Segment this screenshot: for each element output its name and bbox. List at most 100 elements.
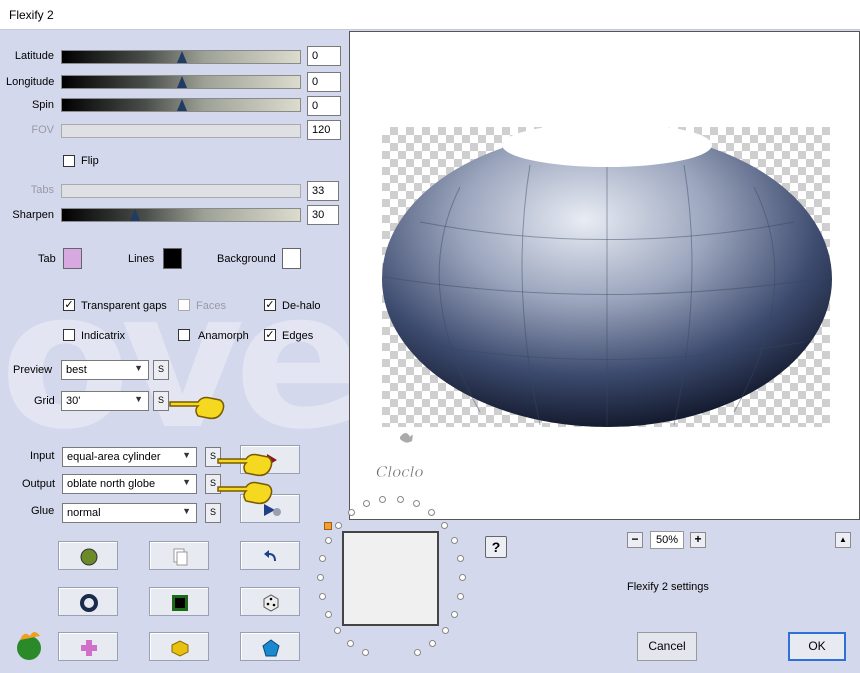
- flip-checkbox[interactable]: [63, 155, 75, 167]
- copy-icon: [173, 548, 188, 566]
- tab-color-swatch[interactable]: [63, 248, 82, 269]
- random-button[interactable]: [58, 541, 118, 570]
- spin-slider[interactable]: [61, 98, 301, 112]
- zoom-in-button[interactable]: +: [690, 532, 706, 548]
- undo-button[interactable]: [240, 541, 300, 570]
- chevron-down-icon: ▼: [182, 477, 191, 487]
- input-label: Input: [30, 450, 55, 462]
- collapse-button[interactable]: ▲: [835, 532, 851, 548]
- copy-button[interactable]: [149, 541, 209, 570]
- zoom-level: 50%: [650, 531, 684, 549]
- glue-select[interactable]: normal ▼: [62, 503, 197, 523]
- longitude-slider-thumb[interactable]: [177, 75, 187, 89]
- input-select[interactable]: equal-area cylinder ▼: [62, 447, 197, 467]
- lines-color-swatch[interactable]: [163, 248, 182, 269]
- longitude-field[interactable]: 0: [307, 72, 341, 92]
- chevron-down-icon: ▼: [182, 450, 191, 460]
- indicatrix-checkbox[interactable]: [63, 329, 75, 341]
- dice-icon: [263, 594, 279, 612]
- gem-icon: [262, 639, 280, 657]
- cross-button[interactable]: [58, 632, 118, 661]
- undo-icon: [264, 550, 276, 561]
- chevron-down-icon: ▼: [182, 506, 191, 516]
- fov-field: 120: [307, 120, 341, 140]
- globe-icon: [80, 548, 98, 566]
- tabs-slider: [61, 184, 301, 198]
- latitude-label: Latitude: [14, 50, 54, 62]
- grid-select-value: 30': [66, 395, 81, 407]
- de-halo-checkbox[interactable]: ✓: [264, 299, 276, 311]
- help-button[interactable]: ?: [485, 536, 507, 558]
- latitude-slider-thumb[interactable]: [177, 50, 187, 64]
- dial-dot[interactable]: [396, 495, 404, 503]
- cube-button[interactable]: [149, 632, 209, 661]
- spin-field[interactable]: 0: [307, 96, 341, 116]
- spin-label: Spin: [31, 99, 54, 111]
- cross-icon: [81, 640, 97, 656]
- anamorph-checkbox[interactable]: [178, 329, 190, 341]
- background-color-swatch[interactable]: [282, 248, 301, 269]
- indicatrix-label: Indicatrix: [81, 330, 126, 342]
- longitude-slider[interactable]: [61, 75, 301, 89]
- dial-dot[interactable]: [441, 627, 449, 635]
- ring-button[interactable]: [58, 587, 118, 616]
- cloclo-signature: Cloclo: [376, 433, 424, 481]
- tabs-field: 33: [307, 181, 339, 201]
- output-label: Output: [22, 478, 56, 490]
- output-select[interactable]: oblate north globe ▼: [62, 474, 197, 494]
- title-bar: Flexify 2: [0, 0, 860, 30]
- spin-slider-thumb[interactable]: [177, 98, 187, 112]
- sharpen-slider[interactable]: [61, 208, 301, 222]
- window-title: Flexify 2: [9, 8, 54, 22]
- anamorph-label: Anamorph: [198, 330, 249, 342]
- faces-checkbox: [178, 299, 190, 311]
- tab-color-label: Tab: [38, 253, 56, 265]
- tabs-label: Tabs: [30, 184, 54, 196]
- glue-select-value: normal: [67, 507, 101, 519]
- fov-slider: [61, 124, 301, 138]
- sharpen-label: Sharpen: [12, 209, 54, 221]
- ring-icon: [80, 594, 98, 612]
- frame-button[interactable]: [149, 587, 209, 616]
- latitude-field[interactable]: 0: [307, 46, 341, 66]
- glue-label: Glue: [31, 505, 55, 517]
- svg-text:Cloclo: Cloclo: [376, 463, 424, 481]
- pointing-hand-icon: [217, 481, 273, 505]
- faces-label: Faces: [196, 300, 226, 312]
- cancel-button[interactable]: Cancel: [637, 632, 697, 661]
- background-color-label: Background: [217, 253, 276, 265]
- latitude-slider[interactable]: [61, 50, 301, 64]
- grid-s-button[interactable]: S: [153, 391, 169, 411]
- preview-s-button[interactable]: S: [153, 360, 169, 380]
- navigator-thumbnail[interactable]: [342, 531, 439, 626]
- gem-button[interactable]: [240, 632, 300, 661]
- sharpen-field[interactable]: 30: [307, 205, 339, 225]
- dial-dot[interactable]: [335, 521, 343, 529]
- settings-text: Flexify 2 settings: [627, 581, 709, 593]
- ok-button[interactable]: OK: [788, 632, 846, 661]
- flip-label: Flip: [81, 155, 99, 167]
- preview-select[interactable]: best ▼: [61, 360, 149, 380]
- sharpen-slider-thumb[interactable]: [130, 208, 140, 222]
- dice-button[interactable]: [240, 587, 300, 616]
- edges-checkbox[interactable]: ✓: [264, 329, 276, 341]
- lines-color-label: Lines: [128, 253, 155, 265]
- handle-icon[interactable]: [324, 522, 332, 530]
- preview-label: Preview: [13, 364, 53, 376]
- preview-select-value: best: [66, 364, 87, 376]
- dial-dot[interactable]: [440, 521, 448, 529]
- longitude-label: Longitude: [6, 76, 55, 88]
- preview-panel[interactable]: Cloclo: [349, 31, 860, 520]
- dial-dot[interactable]: [347, 509, 355, 517]
- transparent-gaps-label: Transparent gaps: [81, 300, 167, 312]
- grid-select[interactable]: 30' ▼: [61, 391, 149, 411]
- flexify-logo-icon: [17, 632, 41, 660]
- cube-icon: [171, 640, 189, 657]
- transparent-gaps-checkbox[interactable]: ✓: [63, 299, 75, 311]
- grid-label: Grid: [34, 395, 55, 407]
- frame-icon: [172, 595, 188, 611]
- output-select-value: oblate north globe: [67, 478, 156, 490]
- zoom-out-button[interactable]: −: [627, 532, 643, 548]
- fov-label: FOV: [31, 124, 54, 136]
- chevron-down-icon: ▼: [134, 394, 143, 404]
